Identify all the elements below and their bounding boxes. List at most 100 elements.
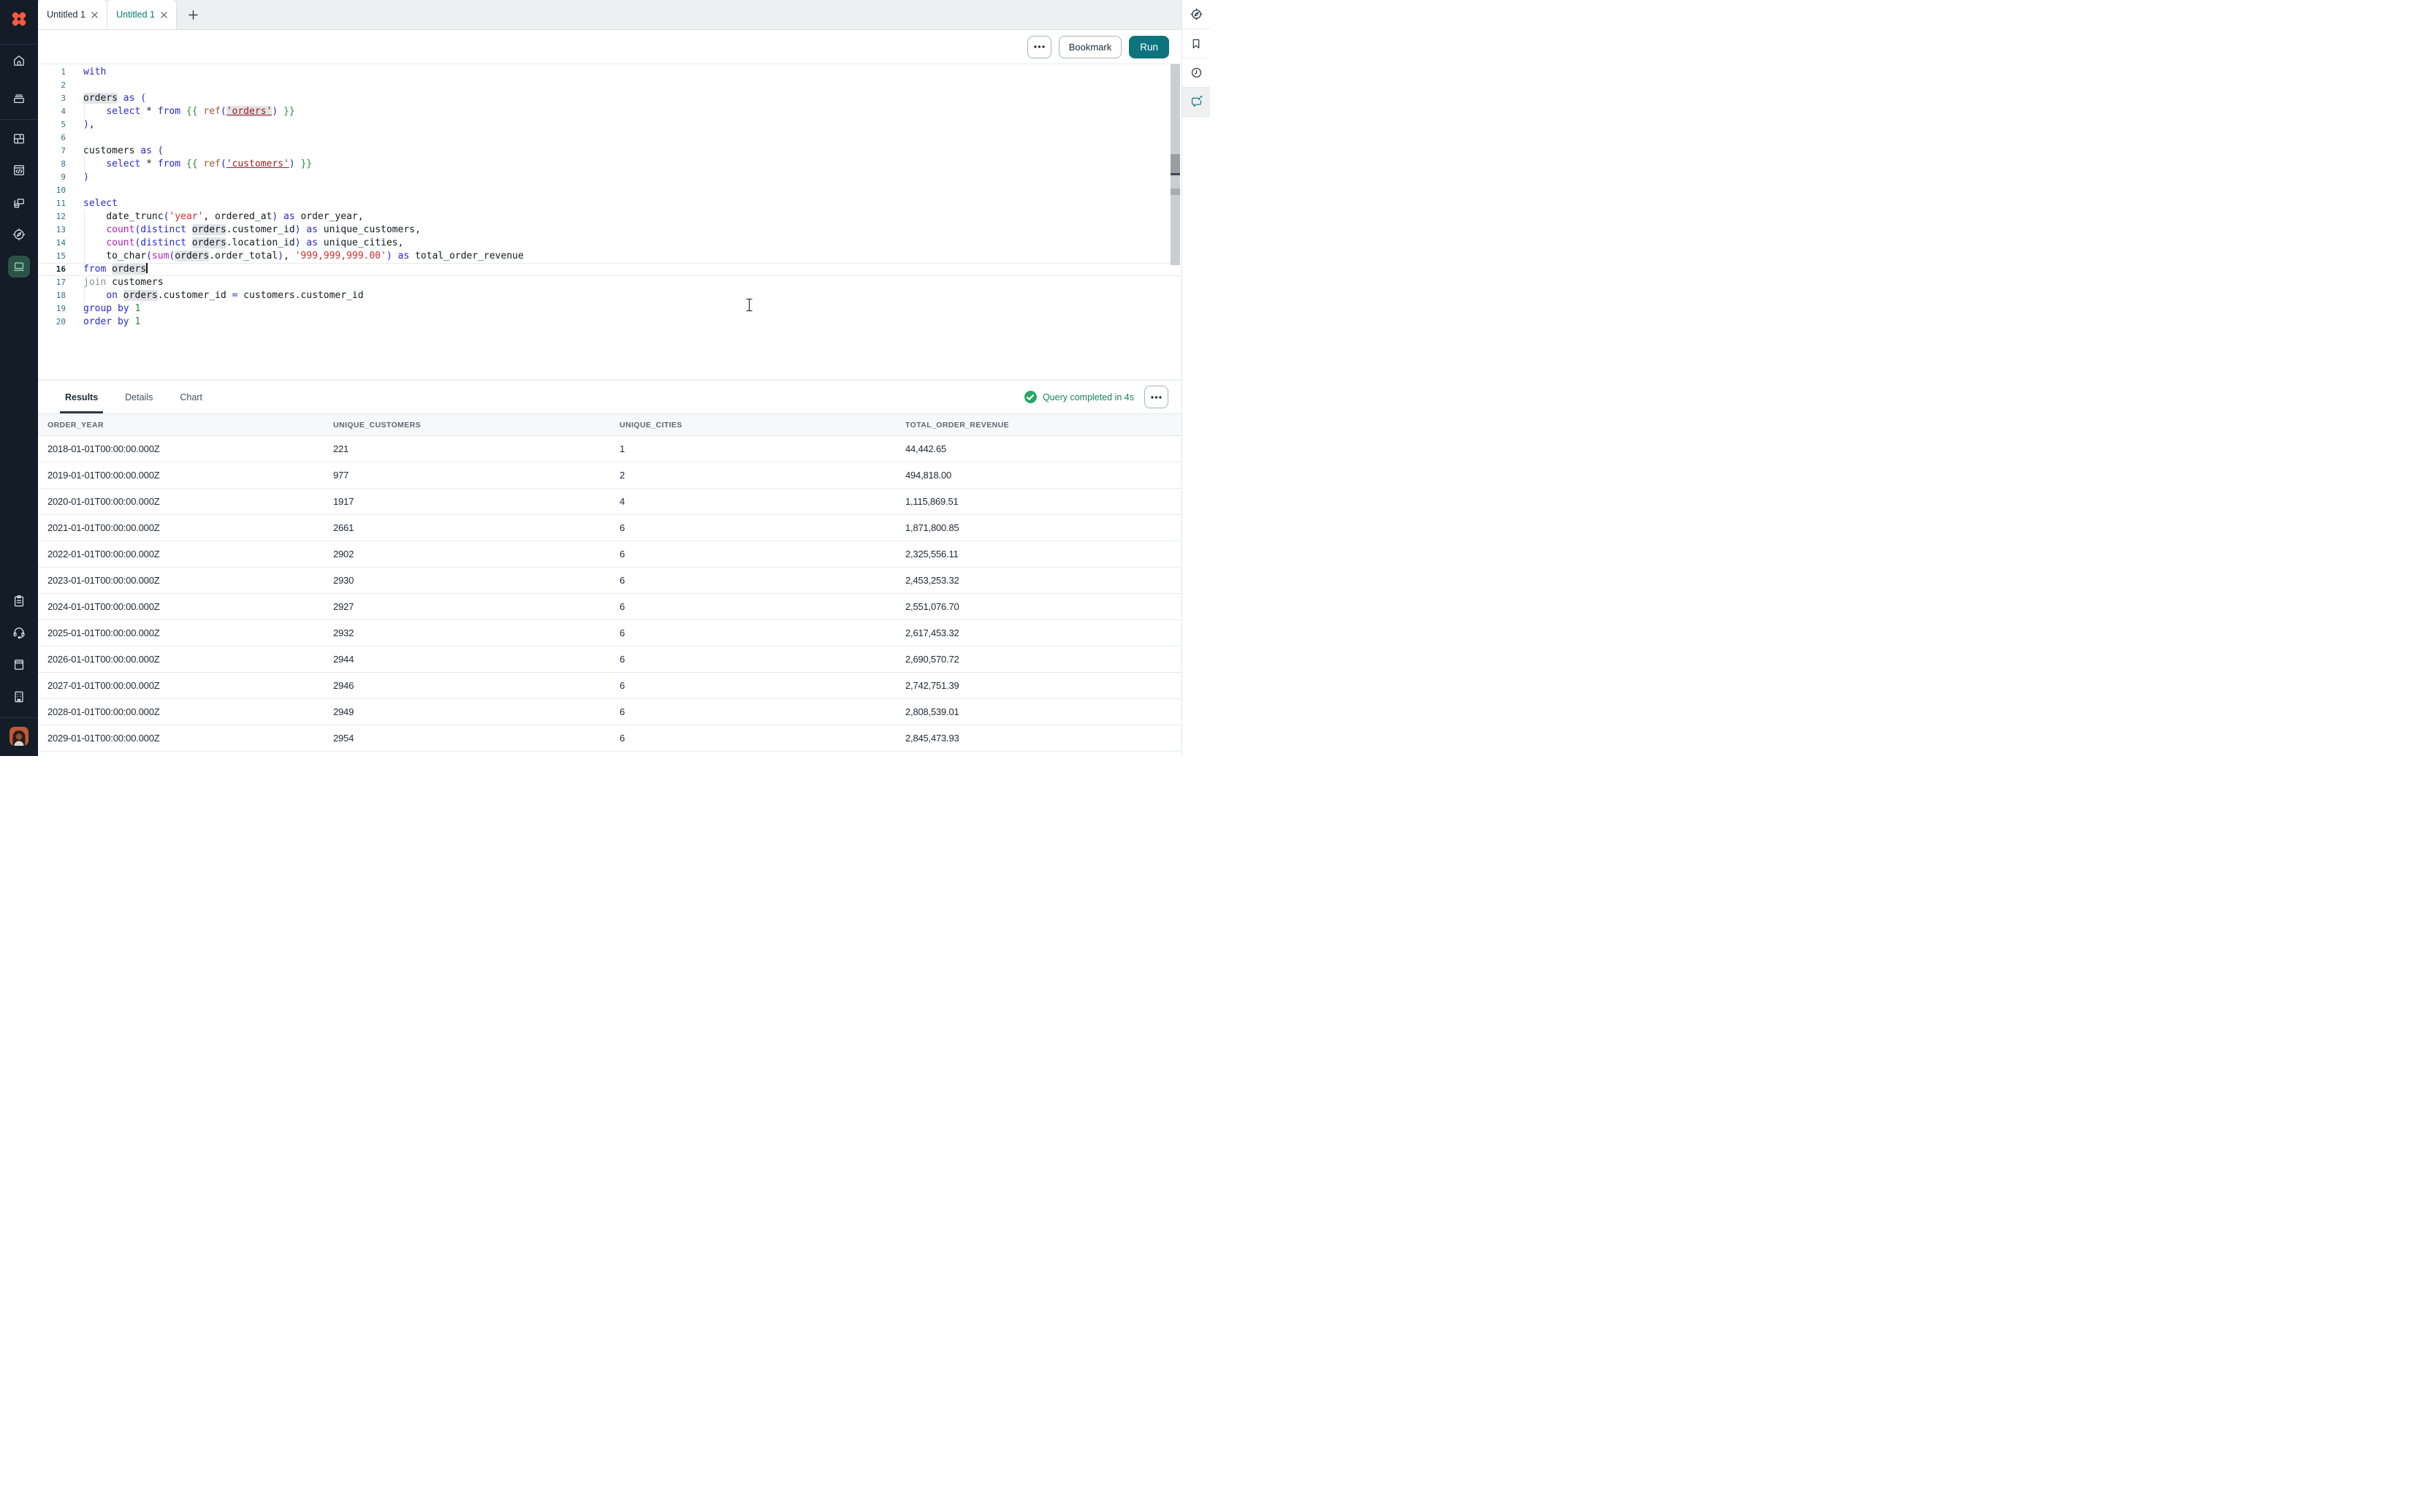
- code-line-20[interactable]: 20order by 1: [38, 316, 1182, 329]
- tab-chart[interactable]: Chart: [180, 381, 202, 413]
- code-line-3[interactable]: 3orders as (: [38, 92, 1182, 105]
- code-line-8[interactable]: 8 select * from {{ ref('customers') }}: [38, 158, 1182, 171]
- sidebar-divider: [0, 44, 38, 45]
- sidebar-divider: [0, 717, 38, 718]
- code-line-16[interactable]: 16from orders: [38, 263, 1182, 276]
- line-number: 11: [38, 197, 66, 210]
- history-clock-icon: [1190, 66, 1203, 80]
- table-row[interactable]: 2022-01-01T00:00:00.000Z290262,325,556.1…: [38, 541, 1182, 568]
- code-line-12[interactable]: 12 date_trunc('year', ordered_at) as ord…: [38, 210, 1182, 224]
- tab-results[interactable]: Results: [65, 381, 98, 413]
- table-cell: 6: [620, 627, 905, 638]
- code-line-19[interactable]: 19group by 1: [38, 302, 1182, 316]
- table-cell: 1: [620, 443, 905, 454]
- code-line-6[interactable]: 6: [38, 131, 1182, 145]
- line-number: 20: [38, 316, 66, 329]
- code-line-13[interactable]: 13 count(distinct orders.customer_id) as…: [38, 224, 1182, 237]
- sidebar-item-bookmarks[interactable]: [1182, 29, 1210, 58]
- sidebar-item-organization[interactable]: [8, 686, 30, 708]
- table-row[interactable]: 2023-01-01T00:00:00.000Z293062,453,253.3…: [38, 568, 1182, 594]
- column-header[interactable]: UNIQUE_CUSTOMERS: [333, 421, 620, 429]
- sidebar-item-ai-chat[interactable]: [1182, 88, 1210, 117]
- table-cell: 4: [620, 496, 905, 507]
- new-tab-button[interactable]: [177, 0, 209, 29]
- sidebar-item-projects[interactable]: [8, 128, 30, 150]
- table-cell: 2022-01-01T00:00:00.000Z: [47, 549, 333, 560]
- table-row[interactable]: 2030-01-01T00:00:00.000Z287961,841,049.3…: [38, 752, 1182, 756]
- sidebar-item-history[interactable]: [1182, 58, 1210, 88]
- table-row[interactable]: 2026-01-01T00:00:00.000Z294462,690,570.7…: [38, 646, 1182, 673]
- run-button[interactable]: Run: [1129, 36, 1169, 58]
- sidebar-item-terminal[interactable]: [8, 256, 30, 278]
- headset-icon: [12, 625, 26, 640]
- table-cell: 2020-01-01T00:00:00.000Z: [47, 496, 333, 507]
- table-row[interactable]: 2019-01-01T00:00:00.000Z9772494,818.00: [38, 462, 1182, 489]
- table-cell: 2930: [333, 575, 620, 586]
- tab-untitled-2[interactable]: Untitled 1: [107, 0, 177, 29]
- column-header[interactable]: UNIQUE_CITIES: [620, 421, 905, 429]
- bookmark-button[interactable]: Bookmark: [1059, 36, 1122, 58]
- sidebar-item-explore[interactable]: [8, 224, 30, 245]
- table-row[interactable]: 2028-01-01T00:00:00.000Z294962,808,539.0…: [38, 699, 1182, 725]
- code-text: order by 1: [66, 316, 1182, 329]
- table-row[interactable]: 2020-01-01T00:00:00.000Z191741,115,869.5…: [38, 489, 1182, 515]
- sidebar-item-support[interactable]: [8, 622, 30, 644]
- table-cell: 2,690,570.72: [905, 654, 1182, 665]
- sidebar-item-docs[interactable]: [8, 654, 30, 676]
- code-line-2[interactable]: 2: [38, 79, 1182, 92]
- table-row[interactable]: 2021-01-01T00:00:00.000Z266161,871,800.8…: [38, 515, 1182, 541]
- code-line-4[interactable]: 4 select * from {{ ref('orders') }}: [38, 105, 1182, 118]
- code-line-10[interactable]: 10: [38, 184, 1182, 197]
- sql-editor[interactable]: 1with23orders as (4 select * from {{ ref…: [38, 64, 1182, 379]
- table-cell: 2927: [333, 601, 620, 612]
- table-row[interactable]: 2025-01-01T00:00:00.000Z293262,617,453.3…: [38, 620, 1182, 646]
- table-row[interactable]: 2027-01-01T00:00:00.000Z294662,742,751.3…: [38, 673, 1182, 699]
- table-cell: 1917: [333, 496, 620, 507]
- sidebar-item-collections[interactable]: [8, 88, 30, 110]
- sidebar-item-code[interactable]: [8, 159, 30, 181]
- sidebar-item-explore-right[interactable]: [1182, 0, 1210, 29]
- sidebar-item-apps[interactable]: [8, 192, 30, 214]
- table-cell: 2023-01-01T00:00:00.000Z: [47, 575, 333, 586]
- table-cell: 1,871,800.85: [905, 522, 1182, 533]
- close-icon[interactable]: [161, 12, 167, 18]
- results-more-button[interactable]: [1144, 386, 1168, 408]
- column-header[interactable]: TOTAL_ORDER_REVENUE: [905, 421, 1182, 429]
- more-options-button[interactable]: [1027, 36, 1051, 58]
- code-text: select * from {{ ref('orders') }}: [66, 105, 1182, 118]
- table-cell: 2025-01-01T00:00:00.000Z: [47, 627, 333, 638]
- table-row[interactable]: 2024-01-01T00:00:00.000Z292762,551,076.7…: [38, 594, 1182, 620]
- tab-details[interactable]: Details: [125, 381, 153, 413]
- code-line-1[interactable]: 1with: [38, 66, 1182, 79]
- table-row[interactable]: 2029-01-01T00:00:00.000Z295462,845,473.9…: [38, 725, 1182, 752]
- sidebar-item-home[interactable]: [8, 50, 30, 72]
- main-area: Untitled 1 Untitled 1 Bookmark Run 1with…: [38, 0, 1182, 756]
- grid-layout-icon: [12, 131, 26, 146]
- code-line-7[interactable]: 7customers as (: [38, 145, 1182, 158]
- table-cell: 2944: [333, 654, 620, 665]
- code-line-11[interactable]: 11select: [38, 197, 1182, 210]
- code-line-5[interactable]: 5),: [38, 118, 1182, 131]
- code-line-14[interactable]: 14 count(distinct orders.location_id) as…: [38, 237, 1182, 250]
- close-icon[interactable]: [91, 12, 98, 18]
- editor-scrollbar-thumb[interactable]: [1171, 154, 1180, 173]
- hex-logo-icon[interactable]: [9, 9, 28, 28]
- table-cell: 6: [620, 522, 905, 533]
- code-line-18[interactable]: 18 on orders.customer_id = customers.cus…: [38, 289, 1182, 302]
- line-number: 12: [38, 210, 66, 224]
- bookmark-icon: [1190, 37, 1203, 50]
- table-cell: 2,808,539.01: [905, 706, 1182, 717]
- code-text: from orders: [66, 263, 1182, 276]
- code-line-9[interactable]: 9): [38, 171, 1182, 184]
- tab-untitled-1[interactable]: Untitled 1: [38, 0, 107, 29]
- table-row[interactable]: 2018-01-01T00:00:00.000Z221144,442.65: [38, 436, 1182, 462]
- table-cell: 2,551,076.70: [905, 601, 1182, 612]
- sidebar-item-tasks[interactable]: [8, 590, 30, 612]
- code-text: orders as (: [66, 92, 1182, 105]
- column-header[interactable]: ORDER_YEAR: [47, 421, 333, 429]
- cell-toolbar: Bookmark Run: [38, 30, 1182, 64]
- code-line-15[interactable]: 15 to_char(sum(orders.order_total), '999…: [38, 250, 1182, 263]
- code-line-17[interactable]: 17join customers: [38, 276, 1182, 289]
- user-avatar[interactable]: [9, 727, 28, 746]
- line-number: 17: [38, 276, 66, 289]
